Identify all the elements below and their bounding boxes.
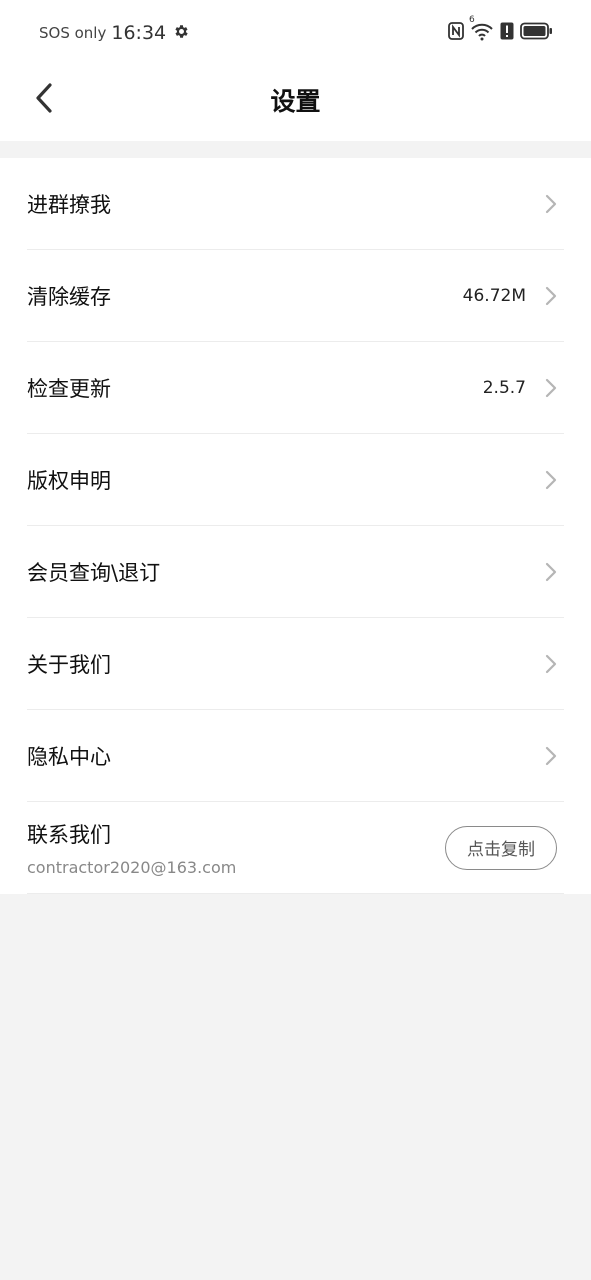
settings-item-clear-cache[interactable]: 清除缓存 46.72M (27, 250, 564, 342)
settings-item-membership[interactable]: 会员查询\退订 (27, 526, 564, 618)
cache-size-value: 46.72M (462, 285, 526, 306)
status-bar: SOS only 16:34 6 (0, 0, 591, 66)
settings-item-label: 清除缓存 (27, 284, 111, 309)
chevron-right-icon (545, 746, 557, 765)
alert-icon (500, 22, 514, 44)
sos-indicator: SOS only (39, 24, 107, 42)
settings-item-join-group[interactable]: 进群撩我 (27, 158, 564, 250)
settings-item-contact-us: 联系我们 contractor2020@163.com 点击复制 (27, 802, 564, 894)
wifi-icon: 6 (469, 15, 494, 45)
settings-item-about-us[interactable]: 关于我们 (27, 618, 564, 710)
settings-item-label: 检查更新 (27, 376, 111, 401)
battery-icon (520, 22, 553, 44)
chevron-right-icon (545, 654, 557, 673)
gear-icon (173, 23, 190, 44)
wifi-badge: 6 (469, 15, 475, 25)
page-title: 设置 (270, 87, 321, 116)
settings-item-check-update[interactable]: 检查更新 2.5.7 (27, 342, 564, 434)
settings-item-label: 会员查询\退订 (27, 560, 161, 585)
contact-text: 联系我们 contractor2020@163.com (27, 819, 445, 877)
settings-item-label: 隐私中心 (27, 744, 111, 769)
chevron-right-icon (545, 562, 557, 581)
header-bar: 设置 (0, 66, 591, 141)
settings-item-label: 关于我们 (27, 652, 111, 677)
version-value: 2.5.7 (482, 377, 526, 398)
status-right: 6 (448, 15, 553, 45)
chevron-right-icon (545, 286, 557, 305)
chevron-right-icon (545, 194, 557, 213)
contact-label: 联系我们 (27, 822, 111, 847)
status-left: SOS only 16:34 (39, 20, 190, 46)
status-clock: 16:34 (111, 22, 167, 44)
settings-list: 进群撩我 清除缓存 46.72M 检查更新 2.5.7 版权申明 会员查询\退订… (0, 158, 591, 894)
settings-item-label: 进群撩我 (27, 192, 111, 217)
chevron-right-icon (545, 378, 557, 397)
settings-item-label: 版权申明 (27, 468, 111, 493)
chevron-right-icon (545, 470, 557, 489)
contact-email: contractor2020@163.com (27, 857, 237, 877)
settings-item-privacy[interactable]: 隐私中心 (27, 710, 564, 802)
nfc-icon (448, 22, 464, 44)
settings-item-copyright[interactable]: 版权申明 (27, 434, 564, 526)
section-gap (0, 141, 591, 158)
copy-email-button[interactable]: 点击复制 (445, 825, 557, 870)
